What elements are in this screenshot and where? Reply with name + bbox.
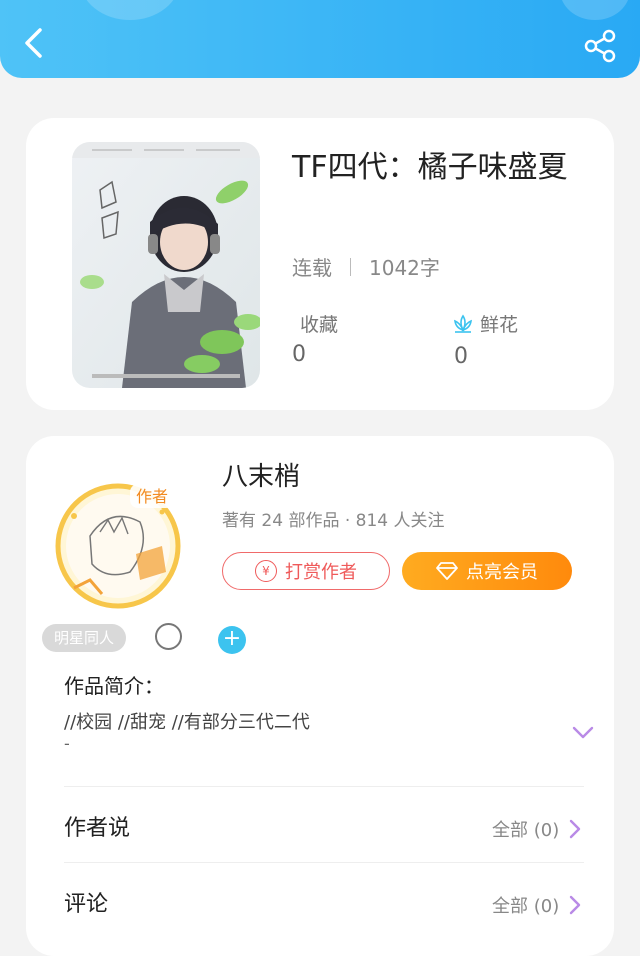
comments-link[interactable]: 全部 (0) [492, 892, 581, 918]
book-info-card: TF四代：橘子味盛夏 连载 1042字 收藏 0 鲜花 0 [26, 118, 614, 410]
category-tag[interactable]: 明星同人 [42, 624, 127, 652]
flowers-button[interactable]: 鲜花 [452, 310, 518, 337]
book-status: 连载 [292, 256, 332, 280]
tip-author-button[interactable]: ¥ 打赏作者 [222, 552, 390, 590]
activate-vip-button[interactable]: 点亮会员 [402, 552, 572, 590]
author-name[interactable]: 八末梢 [222, 456, 300, 493]
intro-text: //校园 //甜宠 //有部分三代二代 [64, 712, 310, 733]
favorites-count: 0 [292, 342, 306, 367]
book-title: TF四代：橘子味盛夏 [292, 150, 568, 185]
comments-label: 评论 [64, 892, 109, 917]
divider [350, 257, 351, 276]
book-word-count: 1042字 [369, 256, 440, 280]
comments-count: 全部 (0) [492, 896, 560, 917]
flowers-count: 0 [454, 344, 468, 369]
diamond-icon [436, 562, 458, 580]
chevron-right-icon [570, 819, 581, 839]
yen-icon: ¥ [255, 560, 277, 582]
header-bar [0, 0, 640, 78]
book-status-row: 连载 1042字 [292, 252, 440, 281]
book-cover-image[interactable] [72, 142, 260, 388]
lotus-flower-icon [454, 314, 472, 333]
divider [64, 862, 584, 863]
chevron-down-icon[interactable] [572, 726, 594, 740]
author-notes-link[interactable]: 全部 (0) [492, 816, 581, 842]
header-bubble-decoration [560, 0, 630, 20]
author-meta: 著有 24 部作品 · 814 人关注 [222, 511, 445, 531]
share-icon[interactable] [582, 28, 618, 64]
plus-icon[interactable]: + [218, 626, 246, 654]
divider [64, 786, 584, 787]
author-notes-count: 全部 (0) [492, 820, 560, 841]
chevron-right-icon [570, 895, 581, 915]
flowers-label: 鲜花 [480, 314, 519, 336]
author-notes-label: 作者说 [64, 816, 131, 841]
author-avatar[interactable]: 作者 [50, 476, 186, 616]
tip-author-label: 打赏作者 [285, 562, 357, 583]
activate-vip-label: 点亮会员 [466, 562, 538, 583]
author-card: 作者 八末梢 著有 24 部作品 · 814 人关注 ¥ 打赏作者 点亮会员 明… [26, 436, 614, 956]
author-badge: 作者 [136, 487, 168, 506]
intro-dash: - [64, 734, 70, 753]
back-arrow-icon[interactable] [18, 26, 52, 60]
header-bubble-decoration [80, 0, 180, 20]
tag-radio-toggle[interactable] [155, 623, 182, 650]
favorites-label: 收藏 [300, 314, 339, 336]
intro-title: 作品简介： [64, 674, 164, 698]
